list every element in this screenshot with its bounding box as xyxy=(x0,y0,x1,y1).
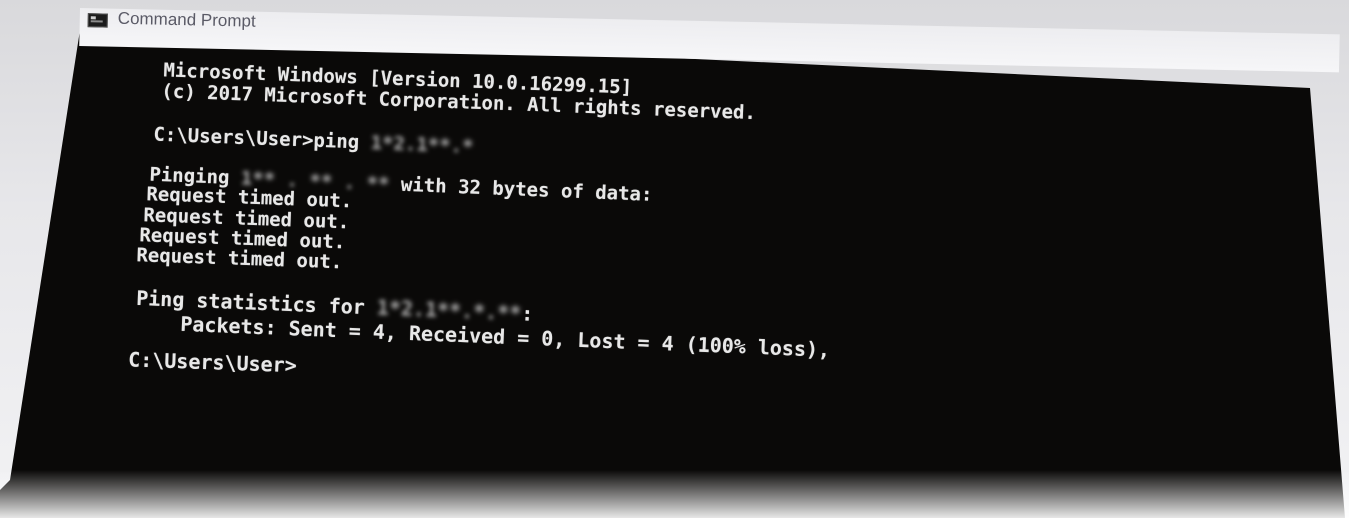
console-output[interactable]: Microsoft Windows [Version 10.0.16299.15… xyxy=(0,0,1349,518)
final-prompt-line[interactable]: C:\Users\User> xyxy=(31,320,298,401)
screen: Command Prompt Microsoft Windows [Versio… xyxy=(0,0,1349,518)
pinging-suffix-text: with 32 bytes of data: xyxy=(389,173,653,206)
command-prompt-text: C:\Users\User> xyxy=(127,347,298,378)
photo-of-monitor: Command Prompt Microsoft Windows [Versio… xyxy=(0,0,1349,518)
